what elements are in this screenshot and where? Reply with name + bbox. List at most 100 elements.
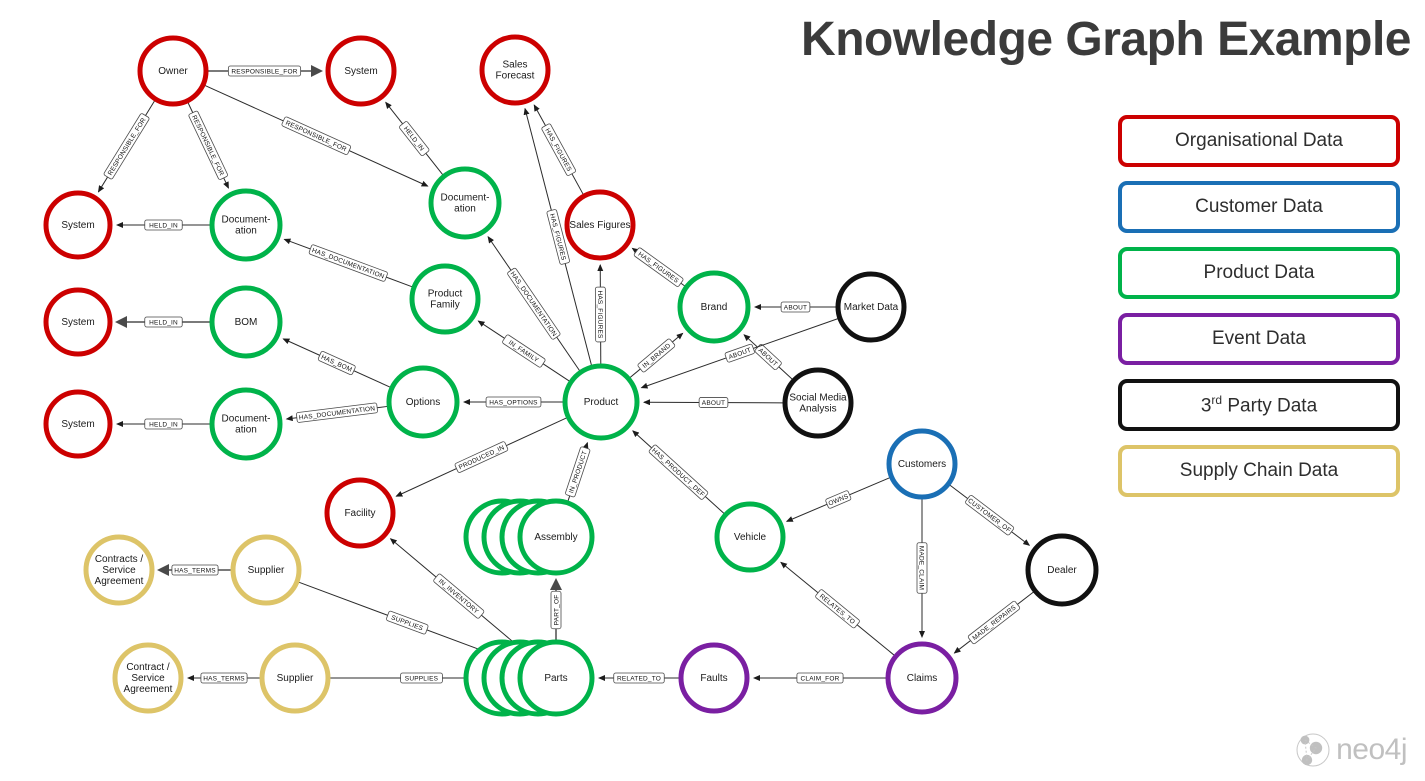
- edge-label: ABOUT: [754, 344, 782, 371]
- legend-item-label: Customer Data: [1195, 196, 1323, 217]
- edge-label-text: PRODUCED_IN: [458, 444, 506, 471]
- edge-label-text: PART_OF: [553, 595, 560, 626]
- edge-label-text: HELD_IN: [149, 319, 178, 326]
- graph-node-system_l1[interactable]: System: [43, 190, 113, 260]
- graph-edge: HAS_BOM: [282, 338, 391, 388]
- legend-item-label: Product Data: [1203, 262, 1315, 283]
- legend-supply-chain-data[interactable]: Supply Chain Data: [1118, 445, 1400, 497]
- edge-label: RESPONSIBLE_FOR: [103, 113, 150, 180]
- legend-third-party-data[interactable]: 3rd Party Data: [1118, 379, 1400, 431]
- graph-node-doc_mid[interactable]: Document-ation: [428, 166, 502, 240]
- node-label: Faults: [700, 673, 727, 684]
- graph-node-doc_l1[interactable]: Document-ation: [209, 188, 283, 262]
- edge-label: HAS_TERMS: [200, 672, 248, 684]
- graph-edge: HAS_DOCUMENTATION: [283, 238, 413, 288]
- legend-customer-data[interactable]: Customer Data: [1118, 181, 1400, 233]
- graph-node-system_l2[interactable]: System: [43, 287, 113, 357]
- node-label: Owner: [158, 66, 188, 77]
- graph-edge: HELD_IN: [116, 219, 210, 231]
- edge-label-text: RESPONSIBLE_FOR: [231, 68, 297, 75]
- graph-node-faults[interactable]: Faults: [678, 642, 750, 714]
- graph-node-product[interactable]: Product: [562, 363, 640, 441]
- graph-node-contracts2[interactable]: Contract / Service Agreement: [112, 642, 184, 714]
- edge-label: HELD_IN: [144, 418, 183, 430]
- graph-node-claims[interactable]: Claims: [885, 641, 959, 715]
- edge-label: HAS_DOCUMENTATION: [308, 244, 388, 282]
- node-label: Sales Figures: [569, 220, 630, 231]
- node-label: Customers: [898, 459, 946, 470]
- graph-edge: RELATED_TO: [598, 672, 679, 684]
- node-label: Brand: [701, 302, 728, 313]
- graph-node-doc_l3[interactable]: Document-ation: [209, 387, 283, 461]
- edge-label: RESPONSIBLE_FOR: [188, 110, 228, 180]
- edge-label: IN_BRAND: [637, 338, 676, 373]
- graph-edge: CUSTOMER_OF: [949, 484, 1031, 546]
- edge-label-text: HAS_TERMS: [174, 567, 216, 574]
- graph-node-customers[interactable]: Customers: [886, 428, 958, 500]
- legend-product-data[interactable]: Product Data: [1118, 247, 1400, 299]
- edge-label: HELD_IN: [144, 316, 183, 328]
- graph-node-sales_fc[interactable]: Sales Forecast: [479, 34, 551, 106]
- legend-organisational-data[interactable]: Organisational Data: [1118, 115, 1400, 167]
- graph-node-options[interactable]: Options: [386, 365, 460, 439]
- edge-label: HAS_PRODUCT_DEF: [648, 444, 709, 500]
- edge-label: HELD_IN: [144, 219, 183, 231]
- node-label: Vehicle: [734, 532, 767, 543]
- edge-label-text: CUSTOMER_OF: [966, 497, 1012, 534]
- graph-node-contracts1[interactable]: Contracts / Service Agreement: [83, 534, 155, 606]
- edge-label-text: HAS_PRODUCT_DEF: [650, 447, 706, 498]
- edge-label: CUSTOMER_OF: [965, 495, 1015, 536]
- edge-label: HAS_DOCUMENTATION: [507, 267, 561, 340]
- graph-edge: RESPONSIBLE_FOR: [187, 102, 229, 189]
- graph-node-vehicle[interactable]: Vehicle: [714, 501, 786, 573]
- edge-label-text: IN_INVENTORY: [437, 578, 480, 616]
- legend-panel: Organisational Data Customer Data Product …: [1118, 115, 1400, 511]
- edge-label-text: RESPONSIBLE_FOR: [107, 117, 148, 177]
- edge-label: HAS_FIGURES: [541, 123, 576, 176]
- node-label: Product Family: [428, 288, 463, 310]
- graph-edge: HAS_DOCUMENTATION: [285, 402, 388, 423]
- page-title: Knowledge Graph Example: [801, 13, 1411, 66]
- graph-node-assembly[interactable]: Assembly: [463, 498, 595, 576]
- edge-label: SUPPLIES: [400, 672, 443, 684]
- graph-edge: RESPONSIBLE_FOR: [204, 84, 429, 187]
- graph-node-sales_fig[interactable]: Sales Figures: [564, 189, 636, 261]
- graph-node-market_data[interactable]: Market Data: [835, 271, 907, 343]
- edge-label-text: MADE_REPAIRS: [971, 604, 1017, 642]
- graph-node-parts[interactable]: Parts: [463, 639, 595, 717]
- edge-label-text: HAS_FIGURES: [596, 290, 603, 339]
- edge-label: HAS_FIGURES: [633, 247, 684, 287]
- edge-label: ABOUT: [724, 343, 755, 363]
- graph-node-bom[interactable]: BOM: [209, 285, 283, 359]
- graph-node-prod_family[interactable]: Product Family: [409, 263, 481, 335]
- edge-label-text: RELATED_TO: [617, 675, 661, 682]
- edge-label-text: ABOUT: [702, 400, 725, 407]
- edge-label: HAS_DOCUMENTATION: [296, 402, 378, 423]
- graph-edge: RESPONSIBLE_FOR: [97, 100, 156, 193]
- neo4j-logo: neo4j: [1294, 731, 1407, 769]
- edge-label-text: HAS_FIGURES: [637, 251, 680, 285]
- graph-node-social[interactable]: Social Media Analysis: [782, 367, 854, 439]
- graph-node-brand[interactable]: Brand: [677, 270, 751, 344]
- graph-edge: ABOUT: [743, 334, 793, 380]
- edge-label: MADE_CLAIM: [916, 542, 928, 594]
- edge-label: IN_PRODUCT: [565, 446, 591, 498]
- graph-node-supplier1[interactable]: Supplier: [230, 534, 302, 606]
- node-label: Facility: [344, 508, 375, 519]
- graph-node-system_top[interactable]: System: [325, 35, 397, 107]
- edge-label-text: RESPONSIBLE_FOR: [190, 114, 225, 177]
- graph-edge: OWNS: [785, 477, 890, 522]
- graph-node-system_l3[interactable]: System: [43, 389, 113, 459]
- graph-edge: HAS_TERMS: [187, 672, 260, 684]
- edge-label-text: IN_FAMILY: [507, 339, 540, 364]
- edge-label: RELATED_TO: [613, 672, 665, 684]
- node-label: System: [61, 220, 94, 231]
- graph-node-owner[interactable]: Owner: [137, 35, 209, 107]
- graph-node-supplier2[interactable]: Supplier: [259, 642, 331, 714]
- legend-event-data[interactable]: Event Data: [1118, 313, 1400, 365]
- graph-node-dealer[interactable]: Dealer: [1025, 533, 1099, 607]
- graph-node-facility[interactable]: Facility: [324, 477, 396, 549]
- node-label: Parts: [544, 673, 567, 684]
- edge-label: RESPONSIBLE_FOR: [227, 65, 302, 77]
- graph-edge: PART_OF: [550, 578, 562, 640]
